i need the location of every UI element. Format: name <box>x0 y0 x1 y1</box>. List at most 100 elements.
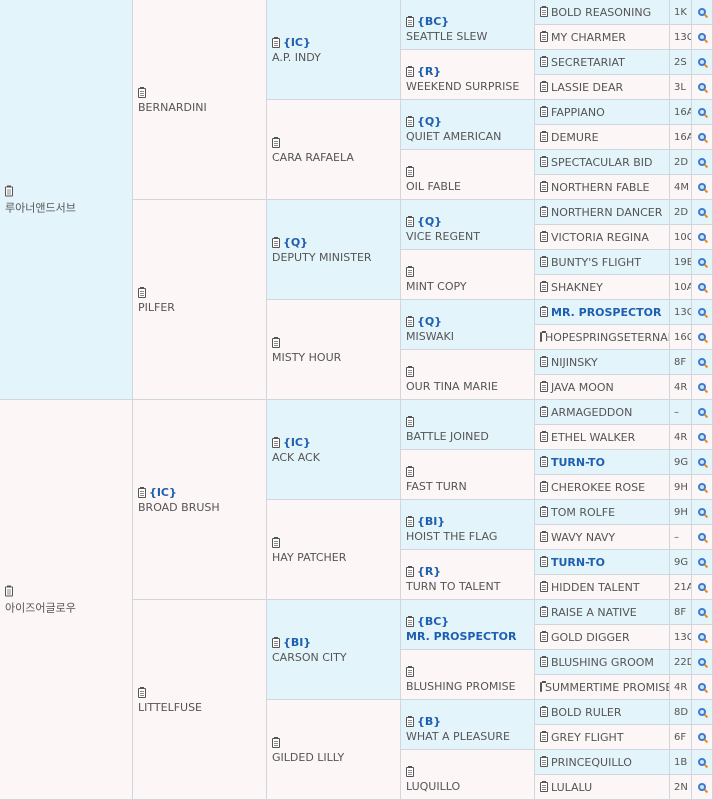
clipboard-icon[interactable] <box>272 36 280 48</box>
clipboard-icon[interactable] <box>540 231 548 242</box>
clipboard-icon[interactable] <box>540 606 548 617</box>
horse-name[interactable]: WHAT A PLEASURE <box>406 730 510 743</box>
magnifier-icon[interactable] <box>698 708 706 716</box>
horse-name[interactable]: LITTELFUSE <box>138 701 263 714</box>
clipboard-icon[interactable] <box>406 266 414 277</box>
clipboard-icon[interactable] <box>540 381 548 392</box>
horse-name[interactable]: BOLD REASONING <box>551 6 651 19</box>
magnifier-icon[interactable] <box>698 258 706 266</box>
search-button[interactable] <box>692 175 713 200</box>
horse-name[interactable]: BERNARDINI <box>138 101 263 114</box>
clipboard-icon[interactable] <box>540 31 548 42</box>
clipboard-icon[interactable] <box>540 556 548 567</box>
search-button[interactable] <box>692 775 713 800</box>
magnifier-icon[interactable] <box>698 233 706 241</box>
horse-name[interactable]: TURN TO TALENT <box>406 580 500 593</box>
horse-name[interactable]: OIL FABLE <box>406 180 461 193</box>
horse-name[interactable]: MR. PROSPECTOR <box>551 306 661 319</box>
horse-name[interactable]: ACK ACK <box>272 451 397 464</box>
magnifier-icon[interactable] <box>698 108 706 116</box>
search-button[interactable] <box>692 675 713 700</box>
horse-name[interactable]: CHEROKEE ROSE <box>551 481 645 494</box>
search-button[interactable] <box>692 325 713 350</box>
search-button[interactable] <box>692 275 713 300</box>
clipboard-icon[interactable] <box>540 731 548 742</box>
horse-name[interactable]: VICTORIA REGINA <box>551 231 649 244</box>
horse-name[interactable]: MISTY HOUR <box>272 351 397 364</box>
horse-name[interactable]: OUR TINA MARIE <box>406 380 498 393</box>
horse-name[interactable]: RAISE A NATIVE <box>551 606 637 619</box>
search-button[interactable] <box>692 600 713 625</box>
clipboard-icon[interactable] <box>540 131 548 142</box>
magnifier-icon[interactable] <box>698 308 706 316</box>
search-button[interactable] <box>692 525 713 550</box>
search-button[interactable] <box>692 50 713 75</box>
horse-name[interactable]: BLUSHING GROOM <box>551 656 654 669</box>
search-button[interactable] <box>692 200 713 225</box>
horse-name[interactable]: MINT COPY <box>406 280 467 293</box>
magnifier-icon[interactable] <box>698 683 706 691</box>
search-button[interactable] <box>692 350 713 375</box>
clipboard-icon[interactable] <box>540 356 548 367</box>
magnifier-icon[interactable] <box>698 533 706 541</box>
search-button[interactable] <box>692 650 713 675</box>
magnifier-icon[interactable] <box>698 358 706 366</box>
horse-name[interactable]: A.P. INDY <box>272 51 397 64</box>
horse-name[interactable]: ARMAGEDDON <box>551 406 632 419</box>
horse-name[interactable]: HOIST THE FLAG <box>406 530 497 543</box>
search-button[interactable] <box>692 500 713 525</box>
search-button[interactable] <box>692 400 713 425</box>
horse-name[interactable]: FAST TURN <box>406 480 467 493</box>
search-button[interactable] <box>692 300 713 325</box>
magnifier-icon[interactable] <box>698 283 706 291</box>
horse-name[interactable]: TURN-TO <box>551 556 605 569</box>
horse-name[interactable]: JAVA MOON <box>551 381 614 394</box>
clipboard-icon[interactable] <box>540 706 548 717</box>
magnifier-icon[interactable] <box>698 333 706 341</box>
magnifier-icon[interactable] <box>698 658 706 666</box>
horse-name[interactable]: NORTHERN FABLE <box>551 181 650 194</box>
clipboard-icon[interactable] <box>5 185 13 196</box>
clipboard-icon[interactable] <box>272 536 280 548</box>
magnifier-icon[interactable] <box>698 8 706 16</box>
horse-name[interactable]: CARSON CITY <box>272 651 397 664</box>
clipboard-icon[interactable] <box>540 456 548 467</box>
clipboard-icon[interactable] <box>272 236 280 248</box>
magnifier-icon[interactable] <box>698 83 706 91</box>
clipboard-icon[interactable] <box>272 436 280 448</box>
magnifier-icon[interactable] <box>698 383 706 391</box>
search-button[interactable] <box>692 75 713 100</box>
clipboard-icon[interactable] <box>138 86 146 98</box>
search-button[interactable] <box>692 625 713 650</box>
horse-name[interactable]: WEEKEND SURPRISE <box>406 80 519 93</box>
horse-name[interactable]: SHAKNEY <box>551 281 603 294</box>
clipboard-icon[interactable] <box>540 431 548 442</box>
search-button[interactable] <box>692 550 713 575</box>
clipboard-icon[interactable] <box>540 506 548 517</box>
search-button[interactable] <box>692 375 713 400</box>
clipboard-icon[interactable] <box>540 406 548 417</box>
horse-name[interactable]: SEATTLE SLEW <box>406 30 487 43</box>
horse-name[interactable]: LULALU <box>551 781 592 794</box>
magnifier-icon[interactable] <box>698 583 706 591</box>
magnifier-icon[interactable] <box>698 608 706 616</box>
horse-name[interactable]: TOM ROLFE <box>551 506 615 519</box>
clipboard-icon[interactable] <box>406 166 414 177</box>
clipboard-icon[interactable] <box>138 686 146 698</box>
horse-name[interactable]: NIJINSKY <box>551 356 598 369</box>
horse-name[interactable]: 아이즈어글로우 <box>5 599 130 615</box>
search-button[interactable] <box>692 25 713 50</box>
search-button[interactable] <box>692 0 713 25</box>
magnifier-icon[interactable] <box>698 158 706 166</box>
magnifier-icon[interactable] <box>698 433 706 441</box>
horse-name[interactable]: SUMMERTIME PROMISE <box>545 681 669 694</box>
horse-name[interactable]: GILDED LILLY <box>272 751 397 764</box>
clipboard-icon[interactable] <box>406 315 414 327</box>
clipboard-icon[interactable] <box>406 15 414 27</box>
horse-name[interactable]: SPECTACULAR BID <box>551 156 652 169</box>
search-button[interactable] <box>692 475 713 500</box>
horse-name[interactable]: DEPUTY MINISTER <box>272 251 397 264</box>
horse-name[interactable]: MISWAKI <box>406 330 454 343</box>
clipboard-icon[interactable] <box>540 531 548 542</box>
clipboard-icon[interactable] <box>272 136 280 148</box>
